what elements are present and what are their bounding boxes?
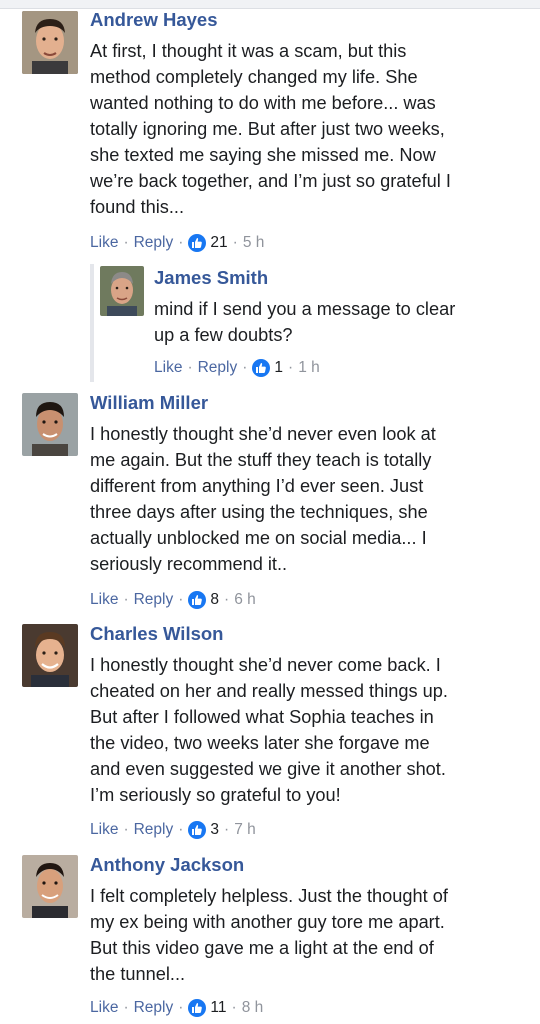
timestamp: 1 h [298, 359, 320, 376]
reply-thread-line [90, 264, 94, 382]
comment-line: wanted nothing to do with me before... w… [90, 93, 436, 113]
comment-text: At first, I thought it was a scam, but t… [90, 38, 530, 220]
commenter-name[interactable]: Anthony Jackson [90, 853, 530, 877]
reaction-count[interactable]: 8 [210, 591, 219, 609]
comment-line: we’re back together, and I’m just so gra… [90, 171, 451, 191]
comment-line: I honestly thought she’d never come back… [90, 655, 441, 675]
comment-line: I felt completely helpless. Just the tho… [90, 886, 448, 906]
comment-line: mind if I send you a message to clear [154, 299, 456, 319]
commenter-name[interactable]: James Smith [154, 266, 534, 290]
comment-body: Anthony Jackson I felt completely helple… [90, 853, 530, 987]
timestamp: 8 h [241, 999, 264, 1016]
comment-line: my ex being with another guy tore me apa… [90, 912, 445, 932]
comment-line: I honestly thought she’d never even look… [90, 424, 436, 444]
reply-link[interactable]: Reply [134, 591, 174, 609]
like-link[interactable]: Like [90, 821, 118, 839]
comment-actions: Like · Reply · 3 · 7 h [90, 821, 256, 839]
timestamp: 6 h [234, 591, 256, 608]
timestamp: 5 h [242, 234, 265, 251]
comment-actions: Like · Reply · 11 · 8 h [90, 999, 264, 1017]
commenter-name[interactable]: Charles Wilson [90, 622, 530, 646]
reaction-count[interactable]: 21 [210, 234, 227, 252]
comment-line: I’m seriously so grateful to you! [90, 785, 341, 805]
comment-line: cheated on her and really messed things … [90, 681, 448, 701]
comment-line: the tunnel... [90, 964, 186, 984]
reply-link[interactable]: Reply [134, 999, 174, 1017]
like-link[interactable]: Like [154, 359, 182, 377]
comment-line: method completely changed my life. She [90, 67, 418, 87]
comment-actions: Like · Reply · 1 · 1 h [154, 359, 320, 377]
avatar[interactable] [100, 266, 144, 316]
avatar[interactable] [22, 855, 78, 918]
comment-text: I honestly thought she’d never come back… [90, 652, 530, 808]
thumbs-up-icon [188, 821, 207, 839]
comment-line: three days after using the techniques, s… [90, 502, 428, 522]
comment-body: William Miller I honestly thought she’d … [90, 391, 530, 577]
reaction-count[interactable]: 11 [210, 999, 226, 1017]
comment-line: she texted me saying she missed me. Now [90, 145, 436, 165]
reaction-count[interactable]: 3 [210, 821, 219, 839]
thumbs-up-icon [188, 591, 207, 609]
reply-body: James Smith mind if I send you a message… [154, 266, 534, 348]
comment-line: totally ignoring me. But after just two … [90, 119, 445, 139]
comment-actions: Like · Reply · 21 · 5 h [90, 234, 265, 252]
avatar[interactable] [22, 393, 78, 456]
comment-text: I felt completely helpless. Just the tho… [90, 883, 530, 987]
like-link[interactable]: Like [90, 234, 118, 252]
avatar[interactable] [22, 624, 78, 687]
reply-link[interactable]: Reply [198, 359, 238, 377]
reaction-count[interactable]: 1 [274, 359, 283, 377]
comment-actions: Like · Reply · 8 · 6 h [90, 591, 256, 609]
like-link[interactable]: Like [90, 999, 118, 1017]
commenter-name[interactable]: William Miller [90, 391, 530, 415]
comment-body: Charles Wilson I honestly thought she’d … [90, 622, 530, 808]
comment-line: me again. But the stuff they teach is to… [90, 450, 432, 470]
comment-line: up a few doubts? [154, 325, 293, 345]
comment-text: mind if I send you a message to clear up… [154, 296, 534, 348]
commenter-name[interactable]: Andrew Hayes [90, 8, 530, 32]
comment-line: actually unblocked me on social media...… [90, 528, 427, 548]
comments-page: Andrew Hayes At first, I thought it was … [0, 0, 540, 1024]
reply-link[interactable]: Reply [134, 234, 174, 252]
thumbs-up-icon [188, 234, 207, 252]
comment-line: the video, two weeks later she forgave m… [90, 733, 430, 753]
comment-text: I honestly thought she’d never even look… [90, 421, 530, 577]
comment-line: seriously recommend it.. [90, 554, 288, 574]
thumbs-up-icon [252, 359, 271, 377]
comment-line: But this video gave me a light at the en… [90, 938, 434, 958]
comment-line: and even suggested we give it another sh… [90, 759, 446, 779]
avatar[interactable] [22, 11, 78, 74]
timestamp: 7 h [234, 821, 256, 838]
reply-link[interactable]: Reply [134, 821, 174, 839]
like-link[interactable]: Like [90, 591, 118, 609]
thumbs-up-icon [188, 999, 207, 1017]
comment-line: different from anything I’d ever seen. J… [90, 476, 424, 496]
comment-body: Andrew Hayes At first, I thought it was … [90, 8, 530, 220]
comment-line: At first, I thought it was a scam, but t… [90, 41, 407, 61]
comment-line: found this... [90, 197, 185, 217]
comment-line: But after I followed what Sophia teaches… [90, 707, 434, 727]
